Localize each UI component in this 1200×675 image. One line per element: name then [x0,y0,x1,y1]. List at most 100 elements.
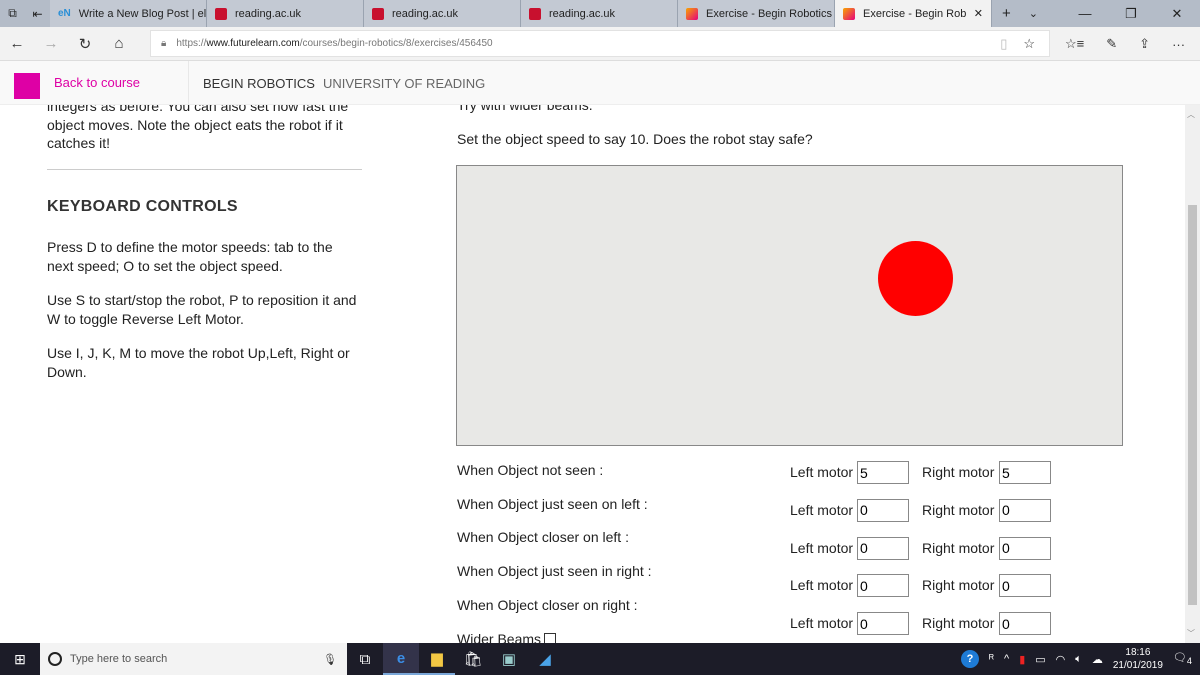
microphone-icon[interactable]: 🎙︎ [323,653,347,666]
tab-title: Exercise - Begin Robotic [863,7,966,20]
intro-text: integers as before. You can also set how… [47,105,349,151]
left-motor-input[interactable] [857,574,909,598]
close-tab-icon[interactable]: ✕ [974,7,983,20]
more-icon[interactable]: ··· [1172,37,1185,52]
left-motor-input[interactable] [857,461,909,484]
uor-favicon-icon [372,7,384,20]
exercise-column: Try with wider beams. Set the object spe… [457,105,1157,147]
left-motor-label: Left motor [790,464,854,480]
left-motor-label: Left motor [790,501,854,518]
right-motor-input[interactable] [999,461,1051,484]
clock[interactable]: 18:16 21/01/2019 [1113,646,1163,672]
windows-start-icon[interactable]: ⊞ [0,651,40,668]
notifications-icon[interactable]: 🗨︎4 [1173,651,1192,666]
scroll-up-icon[interactable]: ︿ [1187,109,1195,120]
robot-simulation-canvas[interactable] [456,165,1123,446]
right-motor-label: Right motor [922,464,995,480]
date: 21/01/2019 [1112,660,1163,671]
right-motor-label: Right motor [922,539,995,556]
favorites-list-icon[interactable]: ☆≡ [1065,36,1084,52]
tab-exercise-active[interactable]: Exercise - Begin Robotic ✕ [835,0,992,27]
notification-count: 4 [1186,656,1192,667]
divider [188,61,189,105]
share-icon[interactable]: ⇪ [1139,36,1150,52]
url-input[interactable]: 🔒︎ https://www.futurelearn.com/courses/b… [150,30,1050,57]
battery-icon[interactable]: ▭ [1035,653,1045,666]
left-motor-input[interactable] [857,536,909,560]
instructions-column: integers as before. You can also set how… [47,105,362,397]
right-motor-label: Right motor [922,577,995,594]
url-text: https://www.futurelearn.com/courses/begi… [176,38,493,49]
restore-icon[interactable]: ❐ [1108,0,1154,27]
left-motor-label: Left motor [790,577,854,594]
scrollbar-thumb[interactable] [1188,205,1197,605]
wider-beams-checkbox[interactable] [544,633,557,643]
tab-title: reading.ac.uk [549,7,616,20]
tab-reading-1[interactable]: reading.ac.uk [207,0,364,27]
minimize-icon[interactable]: — [1062,0,1108,27]
home-icon[interactable]: ⌂ [102,35,136,52]
right-motor-label: Right motor [922,615,995,632]
condition-label: When Object closer on left : [457,529,629,546]
tab-reading-2[interactable]: reading.ac.uk [364,0,521,27]
scroll-down-icon[interactable]: ﹀ [1187,628,1195,639]
edge-icon[interactable]: e [383,643,419,675]
tab-title: reading.ac.uk [392,7,459,20]
condition-label: When Object closer on right : [457,596,638,613]
set-tabs-aside-icon[interactable]: ⇤ [25,0,50,27]
left-motor-label: Left motor [790,615,854,632]
onedrive-icon[interactable]: ☁ [1092,653,1103,666]
back-to-course-link[interactable]: Back to course [54,75,140,90]
keyboard-controls-heading: KEYBOARD CONTROLS [47,197,238,215]
forward-icon[interactable]: → [34,35,68,52]
close-window-icon[interactable]: ✕ [1154,0,1200,27]
task-view-icon[interactable]: ⧉ [347,643,383,675]
condition-label: When Object just seen in right : [457,563,652,580]
controls-text-3: Use I, J, K, M to move the robot Up,Left… [47,345,350,380]
controls-text-1: Press D to define the motor speeds: tab … [47,239,333,274]
store-icon[interactable]: 🛍︎ [455,643,491,675]
lock-icon: 🔒︎ [161,38,167,49]
right-motor-input[interactable] [999,536,1051,560]
wifi-icon[interactable]: ◠ [1056,653,1066,666]
refresh-icon[interactable]: ↻ [68,35,102,53]
chevron-down-icon[interactable]: ⌄ [1029,7,1038,20]
futurelearn-favicon-icon [843,7,855,20]
taskbar-search[interactable]: Type here to search 🎙︎ [40,643,347,675]
back-icon[interactable]: ← [0,35,34,52]
new-tab-icon[interactable]: + [1002,5,1011,22]
course-title-link[interactable]: BEGIN ROBOTICS [203,76,315,91]
tab-blog[interactable]: eN Write a New Blog Post | eler [50,0,207,27]
futurelearn-logo[interactable] [14,73,40,99]
left-motor-input[interactable] [857,612,909,636]
pen-icon[interactable]: ✎ [1106,36,1117,52]
help-icon[interactable]: ? [961,650,980,668]
volume-icon[interactable]: 🔈︎ [1075,653,1082,666]
uor-favicon-icon [215,7,227,20]
app-icon[interactable]: ◢ [527,643,563,675]
uor-favicon-icon [529,7,541,20]
wider-beams-option[interactable]: Wider Beams [457,631,557,643]
tray-chevron-icon[interactable]: ^ [1004,653,1009,665]
people-icon[interactable]: ᴿ [989,653,994,665]
futurelearn-favicon-icon [686,7,698,20]
right-motor-input[interactable] [999,574,1051,598]
right-motor-input[interactable] [999,498,1051,522]
photos-icon[interactable]: ▣ [491,643,527,675]
tab-exercise-1[interactable]: Exercise - Begin Robotics - U [678,0,835,27]
tab-title: Write a New Blog Post | eler [78,7,207,20]
right-motor-input[interactable] [999,612,1051,636]
favorite-star-icon[interactable]: ☆ [1023,36,1035,52]
antivirus-icon[interactable]: ▮ [1019,653,1025,666]
tab-reading-3[interactable]: reading.ac.uk [521,0,678,27]
tab-title: Exercise - Begin Robotics - U [706,7,834,20]
tab-preview-icon[interactable]: ⧉ [0,0,25,27]
condition-label: When Object not seen : [457,462,604,478]
divider [47,168,362,170]
left-motor-input[interactable] [857,498,909,522]
file-explorer-icon[interactable]: ▆ [419,643,455,675]
controls-text-2: Use S to start/stop the robot, P to repo… [47,292,357,327]
scrollbar[interactable]: ︿ ﹀ [1185,105,1200,643]
reading-view-icon[interactable]: ▯ [1000,36,1007,52]
university-link[interactable]: UNIVERSITY OF READING [323,76,485,91]
